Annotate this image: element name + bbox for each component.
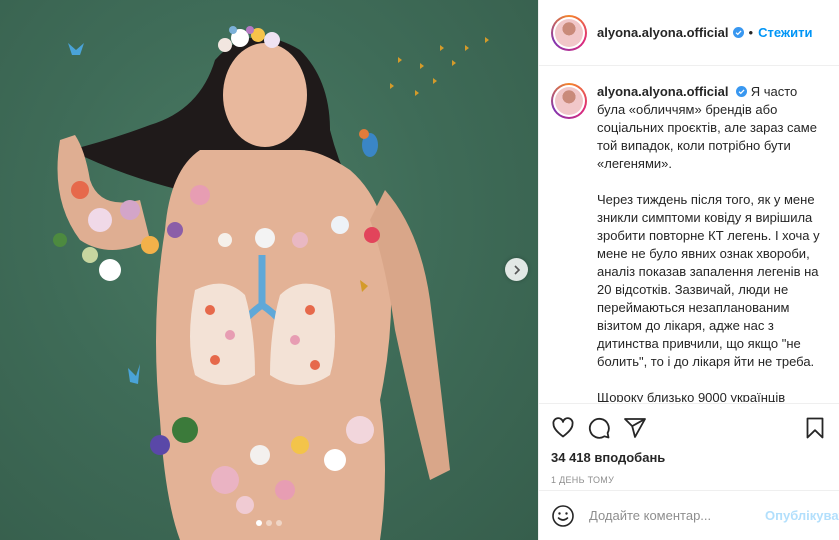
verified-badge-icon [732,27,744,38]
carousel-indicator [0,520,538,526]
paper-plane-icon[interactable] [623,416,647,440]
author-username[interactable]: alyona.alyona.official [597,25,729,40]
carousel-dot [266,520,272,526]
likes-count[interactable]: 34 418 вподобань [551,450,827,465]
post-header: alyona.alyona.official • Стежити [539,0,839,66]
post-timestamp[interactable]: 1 день тому [551,475,827,485]
follow-button[interactable]: Стежити [758,25,812,40]
comment-bubble-icon[interactable] [587,416,611,440]
post-actions: 34 418 вподобань 1 день тому [539,403,839,485]
caption-section: alyona.alyona.official Я часто була «обл… [539,67,839,402]
next-image-button[interactable] [505,258,528,281]
carousel-dot-active [256,520,262,526]
caption-author-avatar[interactable] [551,83,587,119]
action-icons-row [551,412,827,444]
caption-paragraph-3: Щороку близько 9000 українців помирають … [597,390,786,402]
post-side-panel: alyona.alyona.official • Стежити alyona.… [538,0,839,540]
carousel-dot [276,520,282,526]
woman-with-flower-lungs-illustration [53,26,489,540]
chevron-right-icon [513,264,520,275]
publish-comment-button[interactable]: Опублікувати [765,508,839,523]
author-avatar[interactable] [551,14,587,51]
face [223,43,307,147]
verified-badge-icon [736,86,748,97]
caption-paragraph: alyona.alyona.official Я часто була «обл… [597,83,825,173]
kingfisher-bird [359,129,378,157]
header-separator: • [748,25,754,40]
post-image[interactable] [0,0,538,540]
caption-username[interactable]: alyona.alyona.official [597,84,729,99]
caption-text: alyona.alyona.official Я часто була «обл… [597,83,825,402]
comment-input[interactable] [589,508,765,523]
smiley-icon[interactable] [551,504,575,528]
caption-paragraph-2: Через тиждень після того, як у мене зник… [597,192,820,369]
bookmark-icon[interactable] [803,416,827,440]
heart-icon[interactable] [551,416,575,440]
comment-form: Опублікувати [539,490,839,540]
instagram-post-modal: alyona.alyona.official • Стежити alyona.… [0,0,839,540]
